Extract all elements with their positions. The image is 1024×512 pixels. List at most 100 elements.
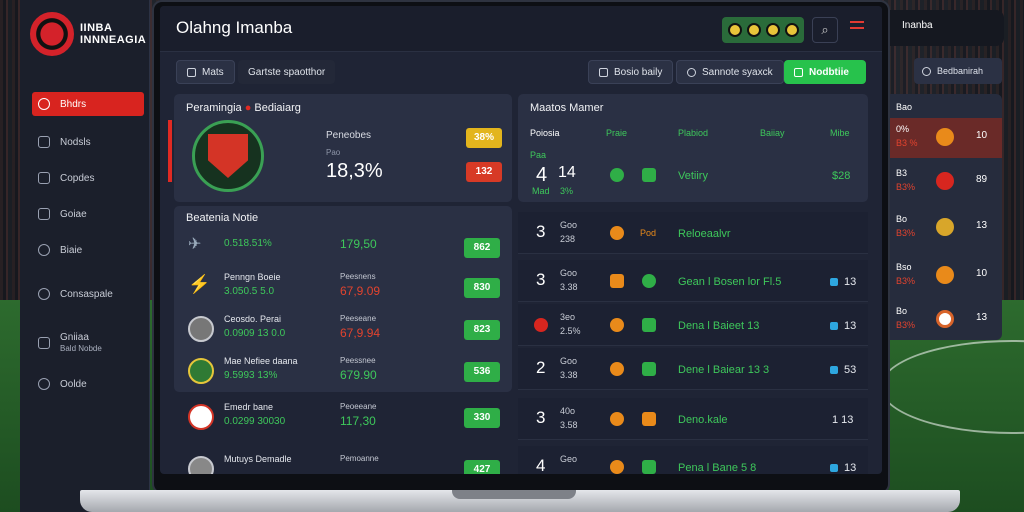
sidebar-item-goiae[interactable]: Goiae — [32, 202, 144, 226]
matches-title: Maatos Mamer — [530, 102, 604, 114]
list-item[interactable]: Bso B3% 10 — [890, 256, 1002, 296]
featured-sub: Pao — [326, 148, 341, 157]
match-row[interactable]: 3eo 2.5% Dena l Baieet 13 13 — [518, 304, 868, 346]
odds-button[interactable]: 38% — [466, 128, 502, 148]
image-icon — [38, 208, 50, 220]
brand-name: IINBA INNNEAGIA — [80, 22, 147, 46]
app-title: Olahng Imanba — [176, 18, 293, 37]
more-list: Emedr bane 0.0299 30030 Peoeeane 117,30 … — [174, 398, 512, 474]
accent-bar — [168, 120, 172, 182]
list-item[interactable]: B3 B3% 89 — [890, 162, 1002, 202]
search-icon[interactable]: ⌕ — [812, 17, 838, 43]
card-icon — [610, 274, 624, 288]
laptop-screen: Olahng Imanba ⌕ Mats Gartste spaotthor B… — [160, 6, 882, 474]
team-logo-icon: ✈ — [188, 236, 202, 253]
trophy-icon — [936, 218, 954, 236]
player-icon — [610, 460, 624, 474]
sidebar-item-copdes[interactable]: Copdes — [32, 166, 144, 190]
badge-icon[interactable] — [727, 23, 742, 37]
status-dot-icon — [830, 366, 838, 374]
odds-button[interactable]: 823 — [464, 320, 500, 340]
sidebar-item-consaspale[interactable]: Consaspale — [32, 282, 144, 306]
featured-title: Peramingia ● Bediaiarg — [186, 102, 301, 114]
list-item[interactable]: ✈ 0.518.51% 179,50 862 — [184, 228, 510, 268]
match-row[interactable]: 3 Goo 3.38 Gean l Bosen lor Fl.5 13 — [518, 260, 868, 302]
sidebar-item-gniiaa[interactable]: Gniiaa Bald Nobde — [32, 328, 144, 358]
live-dot-icon: ● — [244, 102, 255, 114]
odds-button[interactable]: 427 — [464, 460, 500, 474]
featured-panel: Peramingia ● Bediaiarg Peneobes Pao 18,3… — [168, 94, 512, 202]
ball-icon — [936, 310, 954, 328]
target-icon — [38, 98, 50, 110]
match-row[interactable]: 2 Goo 3.38 Dene l Baiear 13 3 53 — [518, 348, 868, 390]
settings-icon — [38, 378, 50, 390]
sidebar-item-oolde[interactable]: Oolde — [32, 372, 144, 396]
arrow-icon — [642, 318, 656, 332]
list-item[interactable]: Emedr bane 0.0299 30030 Peoeeane 117,30 … — [184, 398, 510, 438]
player-icon — [610, 318, 624, 332]
right-overlay-button[interactable]: Bedbanirah — [914, 58, 1002, 84]
badge-icon[interactable] — [746, 23, 761, 37]
left-sidebar: IINBA INNNEAGIA Bhdrs Nodsls Copdes Goia… — [20, 0, 150, 512]
app-header: Olahng Imanba ⌕ — [160, 6, 882, 52]
mats-button[interactable]: Mats — [176, 60, 235, 84]
odds-button[interactable]: 536 — [464, 362, 500, 382]
search-icon — [687, 67, 696, 77]
star-icon — [936, 266, 954, 284]
match-row[interactable]: 3 Goo 238 Pod Reloeaalvr — [518, 212, 868, 254]
odds-button[interactable]: 862 — [464, 238, 500, 258]
grid-icon — [187, 67, 196, 77]
team-logo-icon: ⚡ — [188, 274, 211, 294]
shield-icon — [936, 172, 954, 190]
check-icon — [794, 67, 803, 77]
odds-button[interactable]: 830 — [464, 278, 500, 298]
list-title: Beatenia Notie — [186, 212, 259, 224]
status-dot-icon — [830, 322, 838, 330]
arrow-icon — [642, 362, 656, 376]
badge-icon[interactable] — [765, 23, 780, 37]
list-item[interactable]: Bo B3% 13 — [890, 208, 1002, 248]
brand-logo-icon — [30, 12, 74, 56]
team-logo-icon — [188, 316, 214, 342]
team-crest-icon[interactable] — [192, 120, 264, 192]
odds-button[interactable]: 330 — [464, 408, 500, 428]
player-icon — [610, 362, 624, 376]
basic-daily-button[interactable]: Bosio baily — [588, 60, 674, 84]
list-icon — [38, 337, 50, 349]
menu-icon[interactable] — [844, 17, 870, 43]
sport-option-select[interactable]: Gartste spaotthor — [238, 60, 336, 84]
highlight-button[interactable]: Nodbtiie — [784, 60, 866, 84]
list-item[interactable]: 0% B3 % 10 — [890, 118, 1002, 158]
brand[interactable]: IINBA INNNEAGIA — [30, 10, 150, 58]
team-badges[interactable] — [722, 17, 804, 43]
sidebar-item-biaie[interactable]: Biaie — [32, 238, 144, 262]
right-overlay-header: Inanba — [890, 10, 1004, 46]
list-item[interactable]: Ceosdo. Perai 0.0909 13 0.0 Peeseane 67,… — [184, 310, 510, 350]
list-item[interactable]: Bo B3% 13 — [890, 300, 1002, 340]
team-logo-icon — [188, 456, 214, 474]
search-filter-button[interactable]: Sannote syaxck — [676, 60, 784, 84]
status-dot-icon — [830, 278, 838, 286]
card-icon — [642, 412, 656, 426]
list-item[interactable]: Mae Nefiee daana 9.5993 13% Peessnee 679… — [184, 352, 510, 392]
recent-list-panel: Beatenia Notie ✈ 0.518.51% 179,50 862 ⚡ … — [174, 206, 512, 392]
red-card-icon — [534, 318, 548, 332]
team-logo-icon — [188, 358, 214, 384]
featured-value: 18,3% — [326, 160, 383, 182]
clock-icon — [38, 244, 50, 256]
status-dot-icon — [830, 464, 838, 472]
shield-icon — [38, 136, 50, 148]
trophy-icon — [610, 226, 624, 240]
player-icon — [610, 168, 624, 182]
list-item[interactable]: Mutuys Demadle Pemoanne 427 — [184, 450, 510, 474]
match-row[interactable]: 3 40o 3.58 Deno.kale 1 13 — [518, 398, 868, 440]
badge-icon[interactable] — [784, 23, 799, 37]
right-overlay-panel: Bao 0% B3 % 10 B3 B3% 89 Bo B3% 13 Bso B… — [890, 94, 1002, 340]
laptop-notch — [452, 490, 576, 499]
odds-button[interactable]: 132 — [466, 162, 502, 182]
sidebar-item-bhdrs[interactable]: Bhdrs — [32, 92, 144, 116]
sidebar-item-nodsls[interactable]: Nodsls — [32, 130, 144, 154]
match-row[interactable]: 4 Geo Pena l Bane 5 8 13 — [518, 446, 868, 474]
list-item[interactable]: ⚡ Penngn Boeie 3.050.5 5.0 Peesnens 67,9… — [184, 268, 510, 308]
team-logo-icon — [188, 404, 214, 430]
